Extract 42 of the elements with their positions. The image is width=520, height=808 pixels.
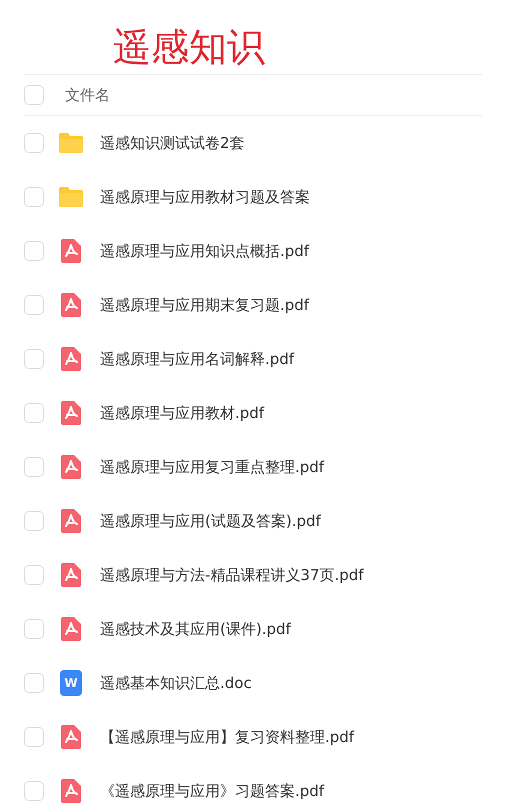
checkbox[interactable] bbox=[24, 403, 44, 423]
file-name[interactable]: 遥感技术及其应用(课件).pdf bbox=[100, 618, 291, 640]
checkbox[interactable] bbox=[24, 673, 44, 693]
checkbox[interactable] bbox=[24, 565, 44, 585]
checkbox[interactable] bbox=[24, 85, 44, 105]
file-name[interactable]: 遥感原理与方法-精品课程讲义37页.pdf bbox=[100, 564, 364, 586]
file-name[interactable]: 遥感原理与应用(试题及答案).pdf bbox=[100, 510, 321, 532]
pdf-file-icon bbox=[58, 346, 84, 372]
checkbox[interactable] bbox=[24, 349, 44, 369]
checkbox[interactable] bbox=[24, 619, 44, 639]
pdf-file-icon bbox=[58, 778, 84, 804]
checkbox[interactable] bbox=[24, 187, 44, 207]
folder-icon bbox=[58, 130, 84, 156]
folder-icon bbox=[58, 184, 84, 210]
checkbox[interactable] bbox=[24, 241, 44, 261]
checkbox[interactable] bbox=[24, 781, 44, 801]
pdf-file-icon bbox=[58, 724, 84, 750]
file-name[interactable]: 遥感知识测试试卷2套 bbox=[100, 132, 245, 154]
checkbox[interactable] bbox=[24, 457, 44, 477]
file-name[interactable]: 遥感原理与应用知识点概括.pdf bbox=[100, 240, 310, 262]
checkbox[interactable] bbox=[24, 295, 44, 315]
pdf-file-icon bbox=[58, 292, 84, 318]
pdf-file-icon bbox=[58, 508, 84, 534]
page-title: 遥感知识 bbox=[112, 24, 266, 71]
file-name[interactable]: 遥感原理与应用教材.pdf bbox=[100, 402, 264, 424]
file-name[interactable]: 遥感原理与应用名词解释.pdf bbox=[100, 348, 294, 370]
pdf-file-icon bbox=[58, 400, 84, 426]
file-name[interactable]: 《遥感原理与应用》习题答案.pdf bbox=[100, 780, 324, 802]
file-name[interactable]: 遥感原理与应用复习重点整理.pdf bbox=[100, 456, 324, 478]
file-name[interactable]: 遥感原理与应用教材习题及答案 bbox=[100, 186, 310, 208]
checkbox[interactable] bbox=[24, 511, 44, 531]
file-name[interactable]: 【遥感原理与应用】复习资料整理.pdf bbox=[100, 726, 354, 748]
pdf-file-icon bbox=[58, 238, 84, 264]
pdf-file-icon bbox=[58, 616, 84, 642]
word-file-icon: W bbox=[60, 670, 82, 696]
checkbox[interactable] bbox=[24, 727, 44, 747]
checkbox[interactable] bbox=[24, 133, 44, 153]
file-name[interactable]: 遥感基本知识汇总.doc bbox=[100, 672, 252, 694]
file-name[interactable]: 遥感原理与应用期末复习题.pdf bbox=[100, 294, 310, 316]
pdf-file-icon bbox=[58, 562, 84, 588]
column-header: 文件名 bbox=[65, 84, 110, 106]
pdf-file-icon bbox=[58, 454, 84, 480]
